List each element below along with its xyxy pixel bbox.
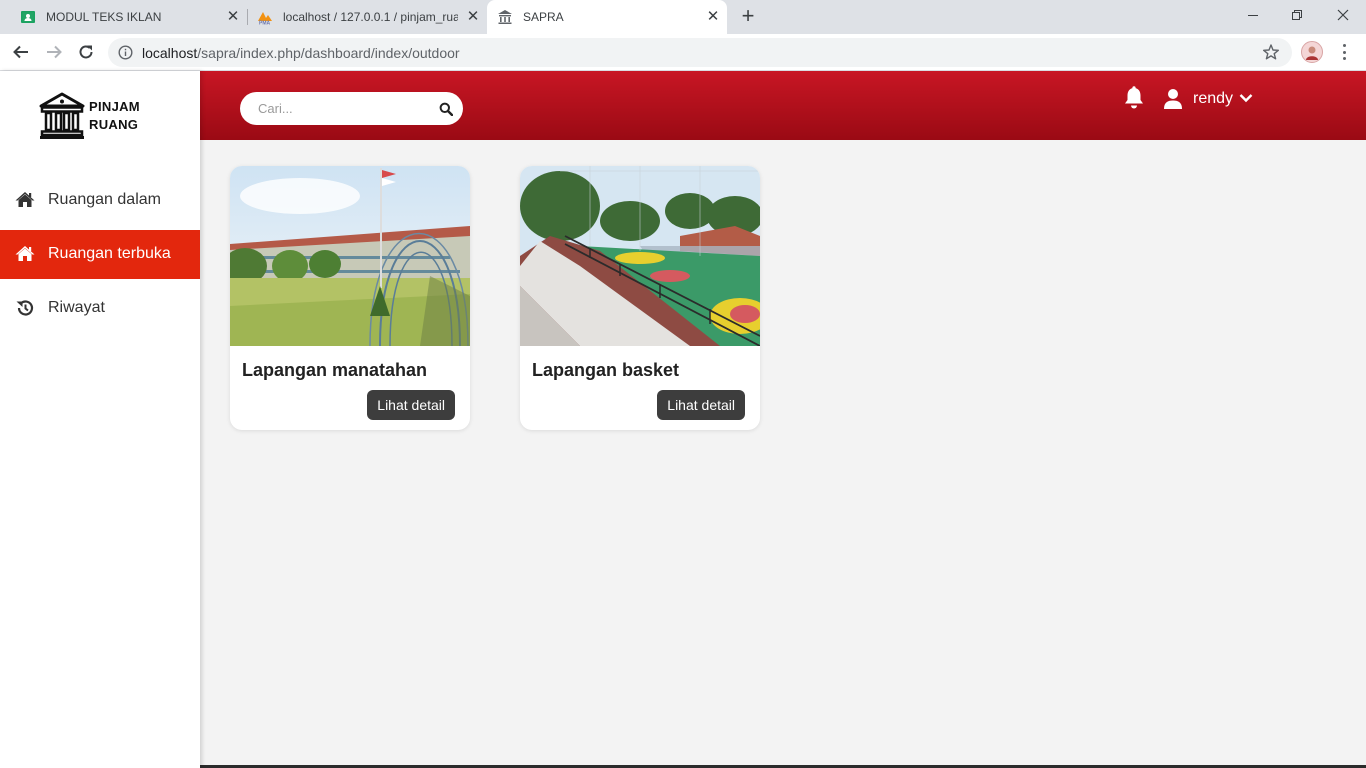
bookmark-star-icon[interactable] [1262,43,1280,66]
venue-card-lapangan-manatahan: Lapangan manatahan Lihat detail [230,166,470,430]
notification-bell-icon[interactable] [1123,86,1145,110]
browser-menu-icon[interactable] [1336,42,1352,62]
browser-toolbar: localhost/sapra/index.php/dashboard/inde… [0,34,1366,71]
browser-tab-sapra[interactable]: SAPRA ✕ [487,0,727,34]
user-icon [1163,88,1183,110]
tab-title: MODUL TEKS IKLAN [46,10,162,24]
browser-tab-phpmyadmin[interactable]: PMA localhost / 127.0.0.1 / pinjam_ruang… [247,0,487,34]
card-title: Lapangan basket [532,360,680,380]
logo-line-1: PINJAM [89,99,140,114]
classroom-icon [20,9,36,25]
logo-line-2: RUANG [89,117,139,132]
venue-photo [520,166,760,346]
forward-icon[interactable] [42,40,66,64]
courthouse-icon [39,92,85,139]
sidebar: PINJAM RUANG Ruangan dalam Ruangan terbu… [0,71,200,768]
minimize-icon[interactable] [1230,0,1276,30]
user-menu[interactable]: rendy [1163,88,1253,110]
reload-icon[interactable] [74,40,98,64]
username: rendy [1193,90,1234,107]
sidebar-item-label: Ruangan terbuka [48,245,171,262]
app-logo[interactable]: PINJAM RUANG [39,92,140,140]
history-icon [15,299,35,317]
url-path: /sapra/index.php/dashboard/index/outdoor [197,45,460,61]
search-icon[interactable] [439,102,454,121]
browser-tab-modul[interactable]: MODUL TEKS IKLAN ✕ [0,0,247,34]
chevron-down-icon [1239,90,1253,108]
top-header: rendy [200,71,1366,140]
detail-button[interactable]: Lihat detail [657,390,745,420]
close-icon[interactable]: ✕ [225,9,241,25]
main-content: Lapangan manatahan Lihat detail Lapangan… [200,140,1366,768]
browser-tab-bar: MODUL TEKS IKLAN ✕ PMA localhost / 127.0… [0,0,1366,34]
close-icon[interactable]: ✕ [465,9,481,25]
detail-button[interactable]: Lihat detail [367,390,455,420]
phpmyadmin-icon: PMA [257,9,273,25]
card-title: Lapangan manatahan [242,360,428,380]
building-icon [497,9,513,25]
svg-text:PMA: PMA [259,21,271,26]
restore-icon[interactable] [1274,0,1320,30]
new-tab-button[interactable]: + [736,5,760,28]
logo-text: PINJAM RUANG [89,98,140,134]
tab-title: SAPRA [523,10,564,24]
info-icon[interactable] [118,45,133,65]
close-icon[interactable]: ✕ [705,9,721,25]
sidebar-item-label: Ruangan dalam [48,191,161,208]
sidebar-item-riwayat[interactable]: Riwayat [0,284,200,333]
search-box [240,92,463,125]
home-icon [15,245,35,263]
tab-title: localhost / 127.0.0.1 / pinjam_ruang [283,10,458,24]
venue-card-lapangan-basket: Lapangan basket Lihat detail [520,166,760,430]
venue-photo [230,166,470,346]
back-icon[interactable] [9,40,33,64]
search-input[interactable] [258,100,428,117]
window-close-icon[interactable] [1320,0,1366,30]
sidebar-item-label: Riwayat [48,299,105,316]
profile-avatar[interactable] [1301,41,1323,63]
sidebar-item-ruangan-dalam[interactable]: Ruangan dalam [0,176,200,225]
url-text: localhost/sapra/index.php/dashboard/inde… [142,45,460,61]
address-bar[interactable]: localhost/sapra/index.php/dashboard/inde… [108,38,1292,67]
url-host: localhost [142,45,198,61]
sidebar-item-ruangan-terbuka[interactable]: Ruangan terbuka [0,230,200,279]
home-icon [15,191,35,209]
